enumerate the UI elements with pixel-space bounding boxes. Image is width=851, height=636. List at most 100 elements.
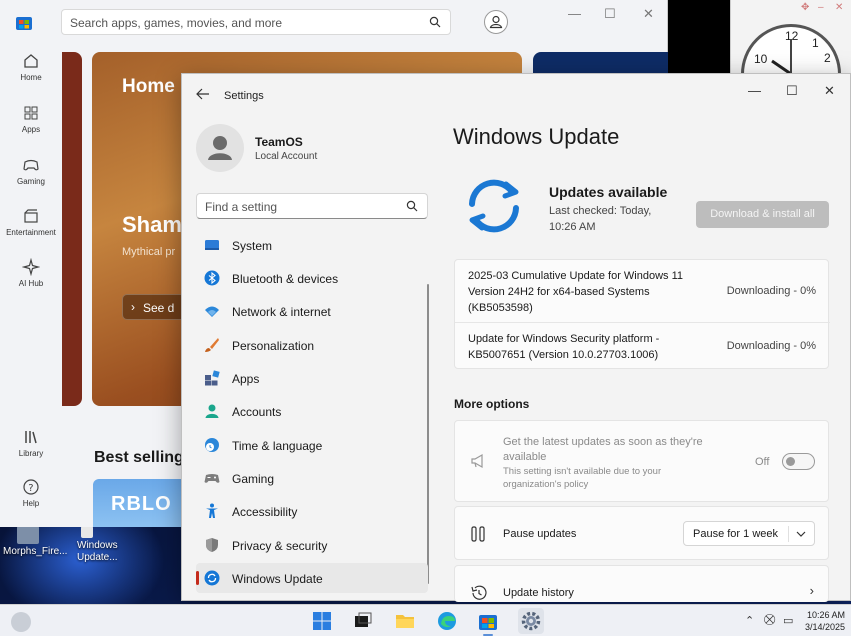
pause-icon bbox=[471, 526, 485, 542]
widgets-icon[interactable] bbox=[11, 612, 31, 632]
store-nav-help[interactable]: ? Help bbox=[0, 478, 62, 508]
library-icon bbox=[25, 431, 37, 444]
store-icon bbox=[479, 615, 497, 630]
shield-icon bbox=[206, 538, 218, 552]
update-history-card[interactable]: Update history › bbox=[454, 565, 829, 602]
update-name: 2025-03 Cumulative Update for Windows 11… bbox=[468, 268, 708, 316]
search-icon[interactable] bbox=[429, 16, 441, 28]
sidebar-item-accounts[interactable]: Accounts bbox=[196, 396, 428, 426]
widget-close-icon[interactable]: ✕ bbox=[835, 2, 843, 13]
sidebar-item-label: Bluetooth & devices bbox=[232, 272, 339, 286]
taskbar-settings-app[interactable] bbox=[518, 608, 544, 634]
update-name: Update for Windows Security platform - K… bbox=[468, 331, 708, 363]
sidebar-item-apps[interactable]: Apps bbox=[196, 363, 428, 393]
sidebar-item-system[interactable]: System bbox=[196, 230, 428, 260]
widget-settings-icon[interactable]: ✥ bbox=[801, 2, 809, 13]
store-search-input[interactable]: Search apps, games, movies, and more bbox=[61, 9, 451, 35]
sidebar-item-gaming[interactable]: Gaming bbox=[196, 463, 428, 493]
sidebar-item-time-language[interactable]: Time & language bbox=[196, 430, 428, 460]
settings-window-title: Settings bbox=[224, 90, 264, 102]
settings-window: Settings — ☐ ✕ TeamOS Local Account Find… bbox=[181, 73, 851, 602]
edge-browser-icon[interactable] bbox=[436, 610, 458, 632]
back-arrow-icon[interactable] bbox=[196, 88, 210, 100]
pause-duration-dropdown[interactable]: Pause for 1 week bbox=[683, 521, 815, 546]
roblox-tile[interactable]: RBLO bbox=[93, 479, 193, 527]
more-options-heading: More options bbox=[454, 397, 530, 411]
accounts-icon bbox=[205, 404, 219, 418]
task-view-icon[interactable] bbox=[352, 610, 374, 632]
taskbar-store-app[interactable] bbox=[477, 610, 499, 636]
latest-updates-toggle[interactable] bbox=[782, 453, 815, 470]
help-icon: ? bbox=[23, 479, 39, 495]
settings-close-icon[interactable]: ✕ bbox=[824, 83, 835, 99]
store-titlebar: Search apps, games, movies, and more — ☐… bbox=[0, 0, 668, 44]
widget-minimize-icon[interactable]: – bbox=[818, 2, 824, 13]
chevron-down-icon[interactable] bbox=[796, 527, 806, 541]
apps-icon bbox=[24, 106, 38, 120]
desktop-icon-label: Morphs_Fire... bbox=[3, 546, 68, 557]
store-close-icon[interactable]: ✕ bbox=[643, 6, 654, 22]
selected-indicator bbox=[196, 571, 199, 585]
policy-note: This setting isn't available due to your… bbox=[503, 466, 662, 490]
megaphone-icon bbox=[471, 453, 483, 469]
sidebar-item-windows-update[interactable]: Windows Update bbox=[196, 563, 428, 593]
file-explorer-icon[interactable] bbox=[394, 610, 416, 632]
store-search-placeholder: Search apps, games, movies, and more bbox=[70, 16, 283, 30]
update-status: Updates available bbox=[549, 184, 668, 200]
taskbar-clock[interactable]: 10:26 AM 3/14/2025 bbox=[800, 609, 845, 633]
hero-title: Home bbox=[122, 76, 175, 97]
find-setting-input[interactable]: Find a setting bbox=[196, 193, 428, 219]
last-checked: Last checked: Today, 10:26 AM bbox=[549, 205, 652, 233]
update-name-line: (KB5053598) bbox=[468, 302, 533, 314]
download-install-all-button[interactable]: Download & install all bbox=[696, 201, 829, 228]
store-nav-ai-hub[interactable]: AI Hub bbox=[0, 258, 62, 288]
desktop-icon-label: Windows bbox=[77, 540, 118, 551]
display-tray-icon[interactable]: ▭ bbox=[783, 614, 793, 627]
store-minimize-icon[interactable]: — bbox=[568, 6, 581, 21]
profile-avatar[interactable] bbox=[196, 124, 244, 172]
update-progress: Downloading - 0% bbox=[726, 340, 816, 352]
show-hidden-icons-chevron-icon[interactable]: ⌃ bbox=[745, 614, 754, 627]
store-nav-apps[interactable]: Apps bbox=[0, 104, 62, 134]
nav-label: Gaming bbox=[16, 177, 45, 186]
sidebar-item-personalization[interactable]: Personalization bbox=[196, 330, 428, 360]
settings-minimize-icon[interactable]: — bbox=[748, 83, 761, 98]
sidebar-item-label: Windows Update bbox=[232, 572, 323, 586]
settings-titlebar: Settings — ☐ ✕ bbox=[182, 74, 851, 114]
brush-icon bbox=[205, 338, 219, 352]
update-progress: Downloading - 0% bbox=[726, 285, 816, 297]
update-name-line: 2025-03 Cumulative Update for Windows 11 bbox=[468, 270, 684, 282]
nav-label: Help bbox=[22, 499, 40, 508]
sidebar-item-accessibility[interactable]: Accessibility bbox=[196, 496, 428, 526]
desktop-icon-windows-update[interactable]: Windows Update... bbox=[77, 526, 147, 564]
start-windows-icon[interactable] bbox=[311, 610, 333, 632]
page-title: Windows Update bbox=[453, 124, 620, 149]
settings-maximize-icon[interactable]: ☐ bbox=[786, 83, 798, 99]
desktop-icon-morphs[interactable]: Morphs_Fire... bbox=[3, 526, 73, 558]
search-icon[interactable] bbox=[406, 200, 418, 212]
latest-updates-title: Get the latest updates as soon as they'r… bbox=[503, 436, 703, 463]
store-nav-entertainment[interactable]: Entertainment bbox=[0, 207, 62, 237]
hero-card-previous[interactable] bbox=[62, 52, 82, 406]
store-logo-icon bbox=[16, 17, 32, 30]
store-nav: Home Apps Gaming Entertainment AI Hub Li… bbox=[0, 44, 62, 527]
store-nav-gaming[interactable]: Gaming bbox=[0, 156, 62, 186]
store-nav-library[interactable]: Library bbox=[0, 428, 62, 458]
profile-name: TeamOS bbox=[255, 135, 303, 149]
history-icon bbox=[471, 585, 487, 600]
user-avatar-icon[interactable] bbox=[484, 10, 508, 34]
sidebar-item-network[interactable]: Network & internet bbox=[196, 296, 428, 326]
update-name-line: Version 24H2 for x64-based Systems bbox=[468, 286, 650, 298]
bluetooth-icon bbox=[204, 270, 220, 286]
store-maximize-icon[interactable]: ☐ bbox=[604, 6, 616, 22]
network-tray-icon[interactable]: ⛒ bbox=[764, 614, 775, 627]
sidebar-item-privacy-security[interactable]: Privacy & security bbox=[196, 530, 428, 560]
store-nav-home[interactable]: Home bbox=[0, 52, 62, 82]
roblox-logo-text: RBLO bbox=[111, 493, 172, 515]
windows-update-icon bbox=[204, 570, 220, 586]
nav-label: Entertainment bbox=[6, 228, 56, 237]
sidebar-item-bluetooth[interactable]: Bluetooth & devices bbox=[196, 263, 428, 293]
home-icon bbox=[24, 54, 38, 68]
entertainment-icon bbox=[24, 209, 38, 223]
svg-text:?: ? bbox=[28, 483, 33, 494]
